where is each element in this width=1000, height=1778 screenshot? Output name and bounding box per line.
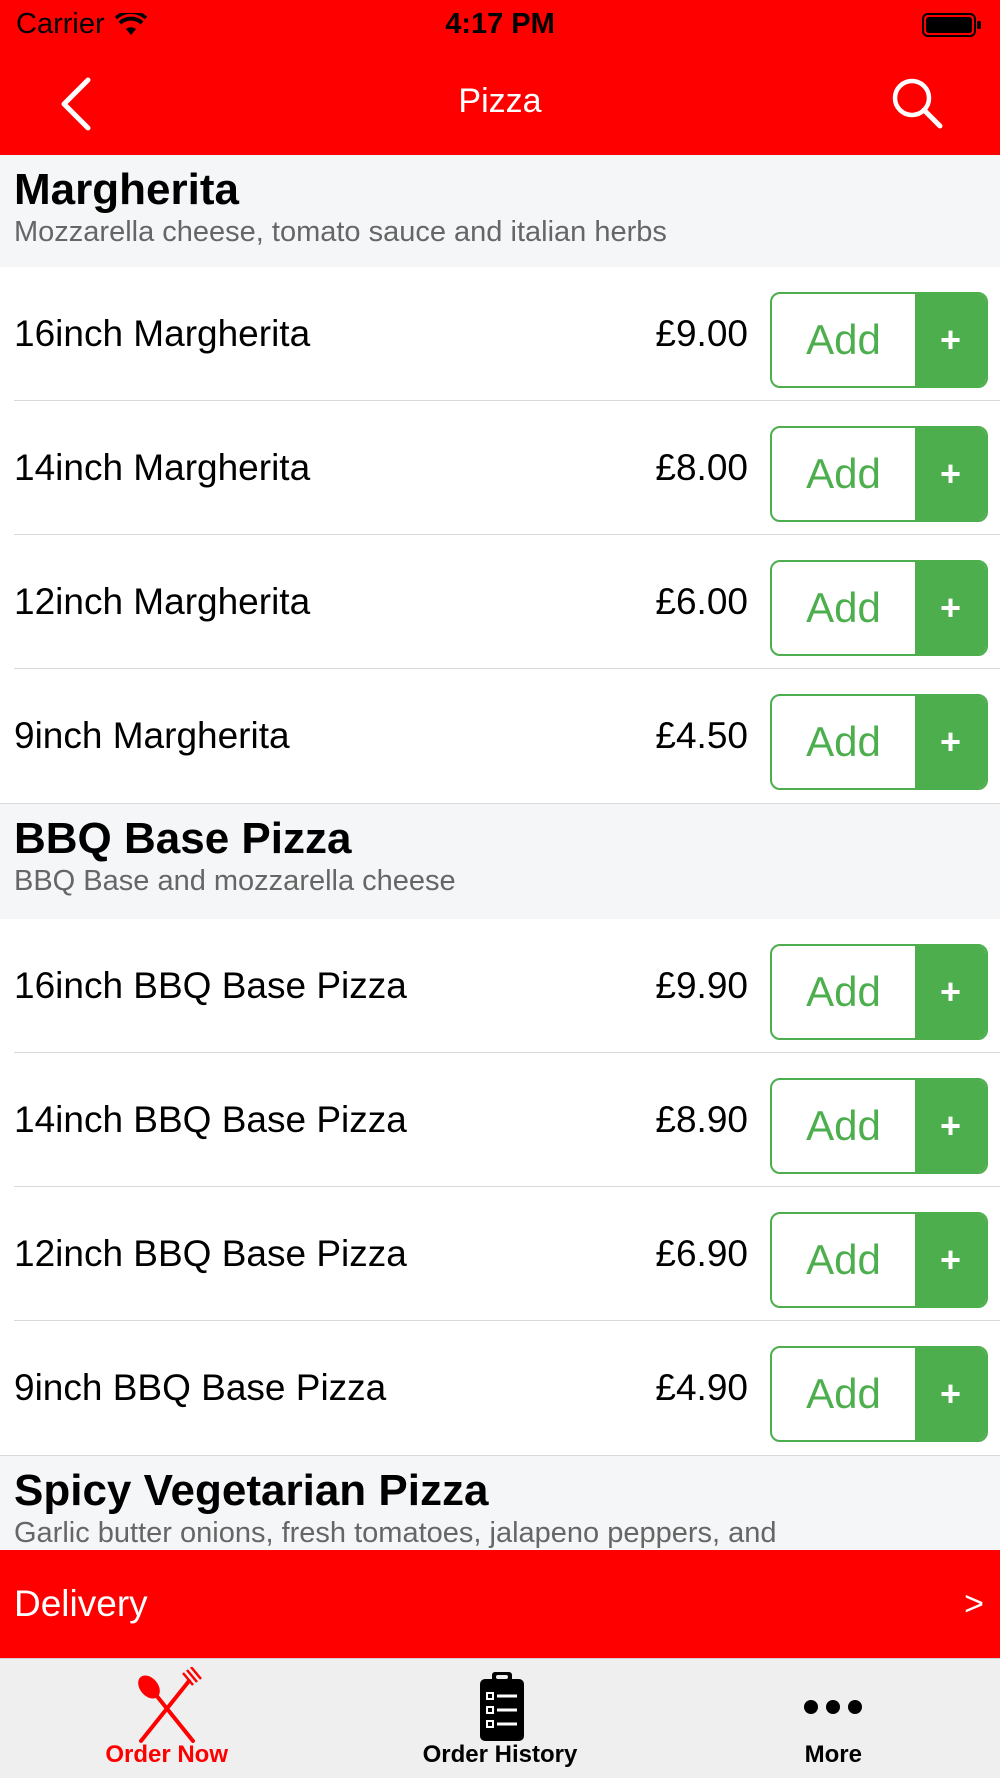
chevron-right-icon: > <box>964 1585 984 1623</box>
menu-item-row: 14inch BBQ Base Pizza £8.90 Add + <box>14 1053 1000 1187</box>
tab-label: More <box>804 1741 862 1768</box>
add-button[interactable]: Add + <box>770 694 988 790</box>
section-header: BBQ Base Pizza BBQ Base and mozzarella c… <box>0 803 1000 919</box>
add-button[interactable]: Add + <box>770 1346 988 1442</box>
menu-item-row: 16inch Margherita £9.00 Add + <box>14 267 1000 401</box>
menu-item-row: 16inch BBQ Base Pizza £9.90 Add + <box>14 919 1000 1053</box>
item-price: £4.90 <box>655 1367 748 1408</box>
item-name: 9inch Margherita <box>14 715 290 756</box>
add-label: Add <box>806 1102 881 1149</box>
plus-icon: + <box>915 696 986 788</box>
plus-icon: + <box>915 428 986 520</box>
menu-item-row: 12inch Margherita £6.00 Add + <box>14 535 1000 669</box>
plus-icon: + <box>915 294 986 386</box>
add-button[interactable]: Add + <box>770 426 988 522</box>
section-title: Margherita <box>14 165 239 214</box>
item-name: 14inch BBQ Base Pizza <box>14 1099 407 1140</box>
delivery-label: Delivery <box>14 1583 148 1624</box>
section-description: Mozzarella cheese, tomato sauce and ital… <box>14 216 667 249</box>
add-label: Add <box>806 1236 881 1283</box>
add-button[interactable]: Add + <box>770 560 988 656</box>
plus-icon: + <box>915 1080 986 1172</box>
section-description: BBQ Base and mozzarella cheese <box>14 865 456 898</box>
section-title: BBQ Base Pizza <box>14 814 352 863</box>
menu-item-row: 9inch Margherita £4.50 Add + <box>14 669 1000 803</box>
section-title: Spicy Vegetarian Pizza <box>14 1466 489 1515</box>
add-label: Add <box>806 584 881 631</box>
delivery-bar[interactable]: Delivery > <box>0 1550 1000 1658</box>
item-name: 14inch Margherita <box>14 447 311 488</box>
item-price: £8.00 <box>655 447 748 488</box>
menu-item-row: 9inch BBQ Base Pizza £4.90 Add + <box>14 1321 1000 1455</box>
tab-order-now[interactable]: Order Now <box>0 1659 333 1778</box>
item-name: 16inch Margherita <box>14 313 311 354</box>
status-bar: Carrier 4:17 PM <box>0 0 1000 50</box>
plus-icon: + <box>915 1348 986 1440</box>
item-price: £6.00 <box>655 581 748 622</box>
tab-bar: Order Now Order History More <box>0 1658 1000 1778</box>
add-label: Add <box>806 1370 881 1417</box>
search-icon <box>892 78 943 129</box>
item-price: £9.90 <box>655 965 748 1006</box>
item-name: 9inch BBQ Base Pizza <box>14 1367 387 1408</box>
search-button[interactable] <box>886 72 950 136</box>
tab-order-history[interactable]: Order History <box>333 1659 666 1778</box>
plus-icon: + <box>915 946 986 1038</box>
add-label: Add <box>806 968 881 1015</box>
add-button[interactable]: Add + <box>770 292 988 388</box>
fork-knife-icon <box>137 1667 202 1743</box>
menu-item-row: 14inch Margherita £8.00 Add + <box>14 401 1000 535</box>
status-time: 4:17 PM <box>445 8 555 40</box>
navigation-bar: Pizza <box>0 60 1000 155</box>
tab-label: Order Now <box>105 1741 228 1768</box>
tab-label: Order History <box>422 1741 578 1768</box>
item-name: 12inch Margherita <box>14 581 311 622</box>
app-header: Carrier 4:17 PM Pizza <box>0 0 1000 155</box>
item-price: £9.00 <box>655 313 748 354</box>
section-description: Garlic butter onions, fresh tomatoes, ja… <box>14 1517 777 1550</box>
battery-icon <box>922 13 981 37</box>
item-price: £6.90 <box>655 1233 748 1274</box>
item-name: 16inch BBQ Base Pizza <box>14 965 407 1006</box>
page-title: Pizza <box>458 82 542 120</box>
item-price: £4.50 <box>655 715 748 756</box>
add-button[interactable]: Add + <box>770 944 988 1040</box>
add-button[interactable]: Add + <box>770 1078 988 1174</box>
section-header: Spicy Vegetarian Pizza Garlic butter oni… <box>0 1455 1000 1550</box>
add-label: Add <box>806 718 881 765</box>
add-button[interactable]: Add + <box>770 1212 988 1308</box>
item-price: £8.90 <box>655 1099 748 1140</box>
menu-list[interactable]: Margherita Mozzarella cheese, tomato sau… <box>0 155 1000 1550</box>
tab-more[interactable]: More <box>667 1659 1000 1778</box>
plus-icon: + <box>915 1214 986 1306</box>
add-label: Add <box>806 316 881 363</box>
menu-item-row: 12inch BBQ Base Pizza £6.90 Add + <box>14 1187 1000 1321</box>
plus-icon: + <box>915 562 986 654</box>
clipboard-icon <box>479 1672 524 1741</box>
section-header: Margherita Mozzarella cheese, tomato sau… <box>0 155 1000 267</box>
item-name: 12inch BBQ Base Pizza <box>14 1233 407 1274</box>
add-label: Add <box>806 450 881 497</box>
more-dots-icon <box>804 1700 863 1714</box>
